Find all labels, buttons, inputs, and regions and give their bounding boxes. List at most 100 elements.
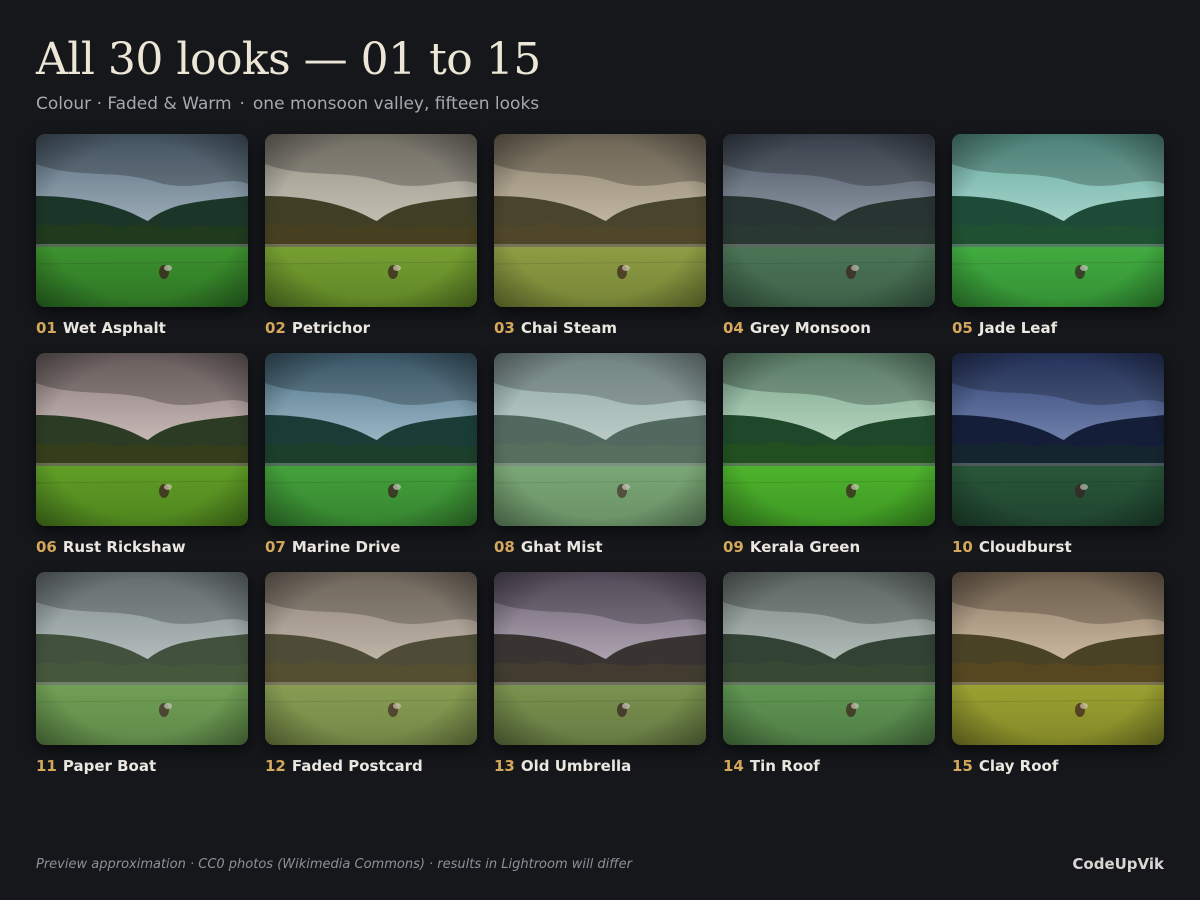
valley-photo (265, 572, 477, 745)
valley-photo (723, 353, 935, 526)
valley-photo (36, 134, 248, 307)
look-card-14[interactable]: 14 Tin Roof (723, 572, 935, 791)
look-name: Jade Leaf (978, 319, 1058, 337)
vignette-overlay (494, 134, 706, 307)
footer-note: Preview approximation · CC0 photos (Wiki… (36, 857, 632, 872)
valley-photo (36, 572, 248, 745)
look-number: 06 (36, 538, 57, 556)
look-number: 08 (494, 538, 515, 556)
look-card-02[interactable]: 02 Petrichor (265, 134, 477, 353)
look-label: 12 Faded Postcard (265, 756, 477, 776)
vignette-overlay (494, 353, 706, 526)
look-card-05[interactable]: 05 Jade Leaf (952, 134, 1164, 353)
look-card-12[interactable]: 12 Faded Postcard (265, 572, 477, 791)
look-preview-image[interactable] (36, 134, 248, 307)
look-number: 01 (36, 319, 57, 337)
look-name: Kerala Green (749, 538, 861, 556)
brand-name: CodeUpVik (1072, 855, 1164, 873)
valley-photo (494, 134, 706, 307)
look-label: 09 Kerala Green (723, 537, 935, 557)
vignette-overlay (494, 572, 706, 745)
look-name: Wet Asphalt (62, 319, 166, 337)
vignette-overlay (265, 572, 477, 745)
look-number: 03 (494, 319, 515, 337)
look-name: Rust Rickshaw (62, 538, 186, 556)
look-preview-image[interactable] (494, 572, 706, 745)
look-card-09[interactable]: 09 Kerala Green (723, 353, 935, 572)
look-label: 01 Wet Asphalt (36, 318, 248, 338)
look-label: 15 Clay Roof (952, 756, 1164, 776)
look-label: 07 Marine Drive (265, 537, 477, 557)
valley-photo (723, 134, 935, 307)
valley-photo (36, 353, 248, 526)
subtitle-separator: · (239, 94, 245, 114)
page-title: All 30 looks — 01 to 15 (36, 34, 541, 85)
look-label: 04 Grey Monsoon (723, 318, 935, 338)
vignette-overlay (723, 572, 935, 745)
look-card-15[interactable]: 15 Clay Roof (952, 572, 1164, 791)
look-card-01[interactable]: 01 Wet Asphalt (36, 134, 248, 353)
look-preview-image[interactable] (36, 572, 248, 745)
vignette-overlay (36, 353, 248, 526)
vignette-overlay (723, 353, 935, 526)
look-preview-image[interactable] (265, 134, 477, 307)
page-subtitle: Colour · Faded & Warm · one monsoon valley… (36, 92, 541, 116)
header: All 30 looks — 01 to 15 Colour · Faded &… (36, 30, 541, 116)
look-card-06[interactable]: 06 Rust Rickshaw (36, 353, 248, 572)
vignette-overlay (952, 353, 1164, 526)
look-number: 09 (723, 538, 744, 556)
look-label: 02 Petrichor (265, 318, 477, 338)
look-name: Tin Roof (749, 757, 820, 775)
look-name: Grey Monsoon (749, 319, 871, 337)
look-label: 05 Jade Leaf (952, 318, 1164, 338)
look-name: Cloudburst (978, 538, 1072, 556)
looks-grid: 01 Wet Asphalt 02 Petrichor 03 Chai Stea… (36, 134, 1164, 791)
look-name: Faded Postcard (291, 757, 423, 775)
look-number: 14 (723, 757, 744, 775)
look-name: Marine Drive (291, 538, 401, 556)
valley-photo (265, 353, 477, 526)
look-label: 11 Paper Boat (36, 756, 248, 776)
look-number: 15 (952, 757, 973, 775)
look-number: 02 (265, 319, 286, 337)
valley-photo (265, 134, 477, 307)
look-card-07[interactable]: 07 Marine Drive (265, 353, 477, 572)
look-preview-image[interactable] (723, 572, 935, 745)
vignette-overlay (36, 134, 248, 307)
look-name: Petrichor (291, 319, 371, 337)
vignette-overlay (265, 353, 477, 526)
look-preview-image[interactable] (723, 353, 935, 526)
valley-photo (494, 572, 706, 745)
look-preview-image[interactable] (36, 353, 248, 526)
look-preview-image[interactable] (952, 134, 1164, 307)
look-name: Old Umbrella (520, 757, 632, 775)
look-card-10[interactable]: 10 Cloudburst (952, 353, 1164, 572)
look-card-13[interactable]: 13 Old Umbrella (494, 572, 706, 791)
look-label: 14 Tin Roof (723, 756, 935, 776)
look-preview-image[interactable] (265, 572, 477, 745)
look-number: 07 (265, 538, 286, 556)
look-name: Clay Roof (978, 757, 1059, 775)
look-preview-image[interactable] (952, 353, 1164, 526)
look-number: 12 (265, 757, 286, 775)
subtitle-tagline: one monsoon valley, fifteen looks (252, 94, 540, 114)
valley-photo (952, 134, 1164, 307)
look-preview-image[interactable] (494, 353, 706, 526)
look-card-11[interactable]: 11 Paper Boat (36, 572, 248, 791)
look-preview-image[interactable] (494, 134, 706, 307)
valley-photo (952, 353, 1164, 526)
look-card-08[interactable]: 08 Ghat Mist (494, 353, 706, 572)
valley-photo (723, 572, 935, 745)
look-name: Ghat Mist (520, 538, 603, 556)
look-name: Chai Steam (520, 319, 617, 337)
look-number: 11 (36, 757, 57, 775)
look-number: 05 (952, 319, 973, 337)
look-preview-image[interactable] (952, 572, 1164, 745)
look-label: 10 Cloudburst (952, 537, 1164, 557)
valley-photo (952, 572, 1164, 745)
look-preview-image[interactable] (265, 353, 477, 526)
look-card-04[interactable]: 04 Grey Monsoon (723, 134, 935, 353)
look-preview-image[interactable] (723, 134, 935, 307)
look-label: 13 Old Umbrella (494, 756, 706, 776)
look-card-03[interactable]: 03 Chai Steam (494, 134, 706, 353)
